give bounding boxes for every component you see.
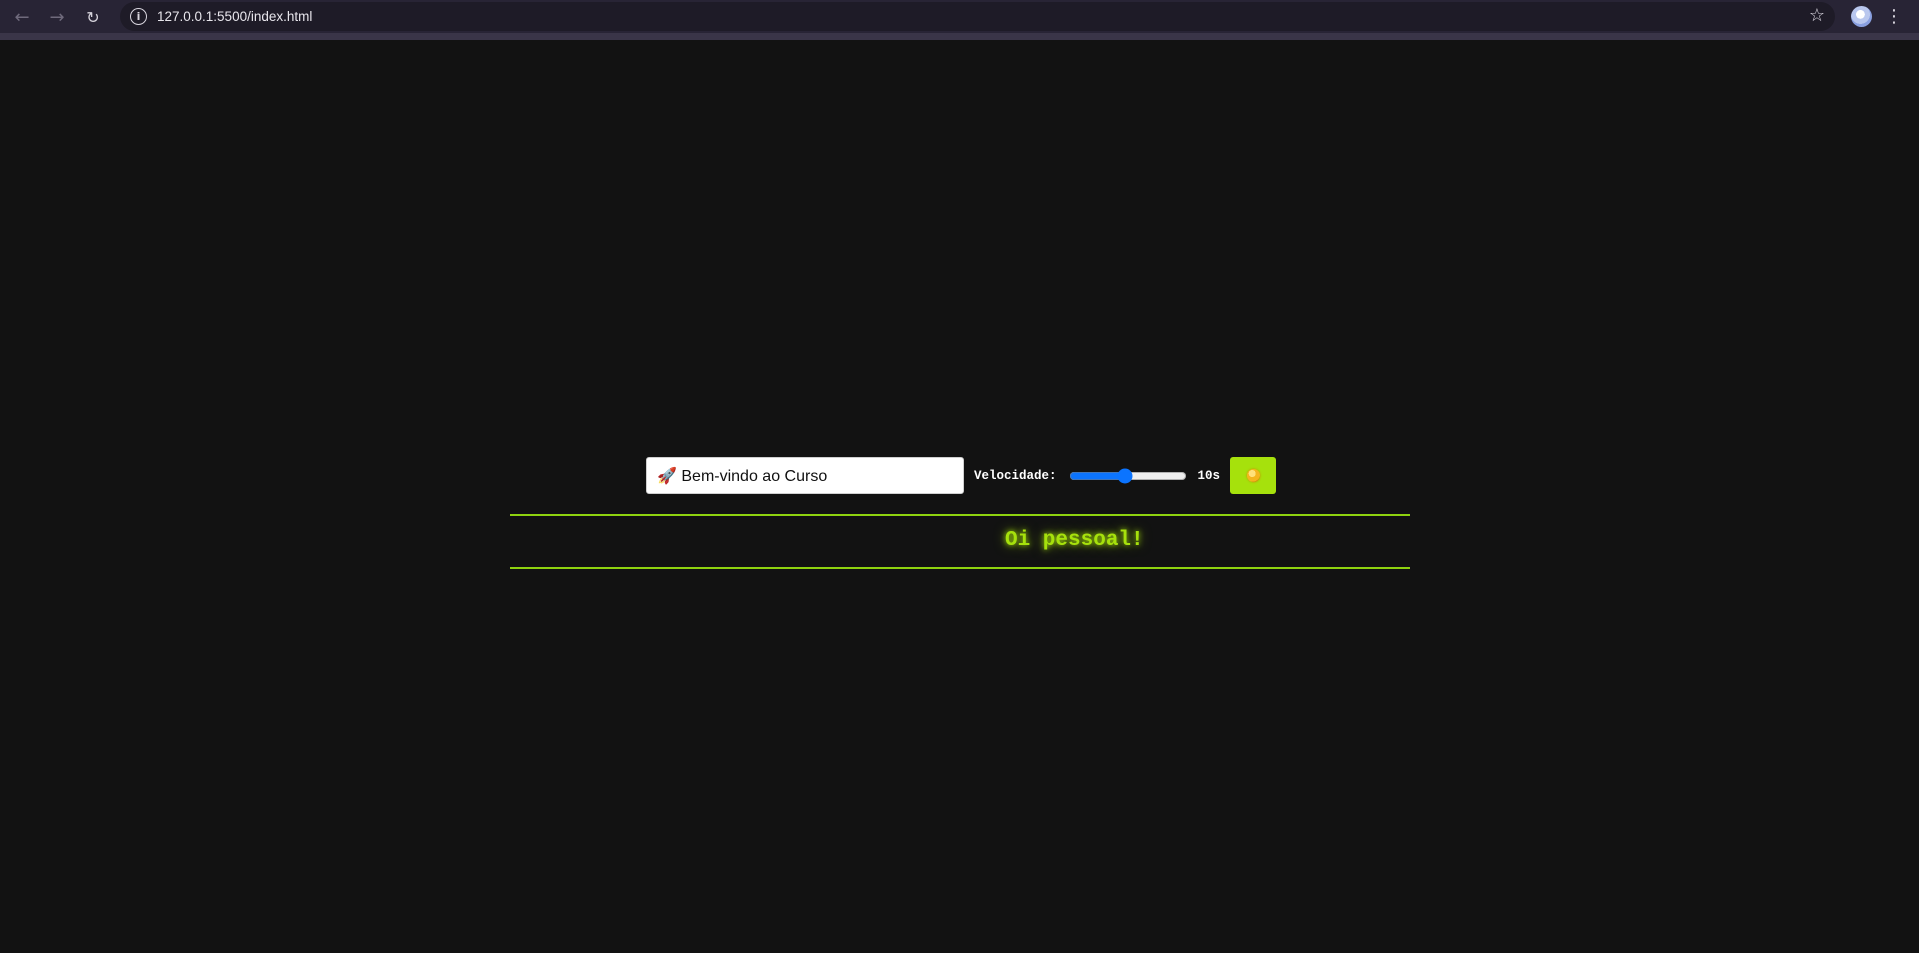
browser-menu-icon[interactable]: ⋮	[1884, 4, 1904, 30]
url-text[interactable]: 127.0.0.1:5500/index.html	[157, 9, 312, 24]
marquee-text: Oi pessoal!	[1005, 529, 1144, 552]
site-info-icon[interactable]: i	[130, 8, 147, 25]
forward-icon[interactable]: →	[44, 4, 70, 30]
bookmark-star-icon[interactable]: ☆	[1809, 5, 1825, 26]
sun-icon	[1246, 469, 1260, 482]
toggle-button[interactable]	[1230, 457, 1277, 494]
reload-icon[interactable]: ↻	[80, 4, 106, 30]
message-input[interactable]	[646, 457, 964, 494]
speed-label: Velocidade:	[974, 468, 1057, 483]
controls-bar: Velocidade: 10s	[646, 457, 1277, 494]
browser-toolbar: ← → ↻ i 127.0.0.1:5500/index.html ☆ ⋮	[0, 0, 1919, 40]
back-icon[interactable]: ←	[9, 4, 35, 30]
speed-slider[interactable]	[1068, 467, 1187, 484]
profile-avatar-icon[interactable]	[1851, 6, 1872, 27]
marquee-container: Oi pessoal!	[510, 514, 1410, 569]
address-bar[interactable]: i 127.0.0.1:5500/index.html ☆	[120, 2, 1835, 31]
speed-value: 10s	[1197, 468, 1221, 483]
